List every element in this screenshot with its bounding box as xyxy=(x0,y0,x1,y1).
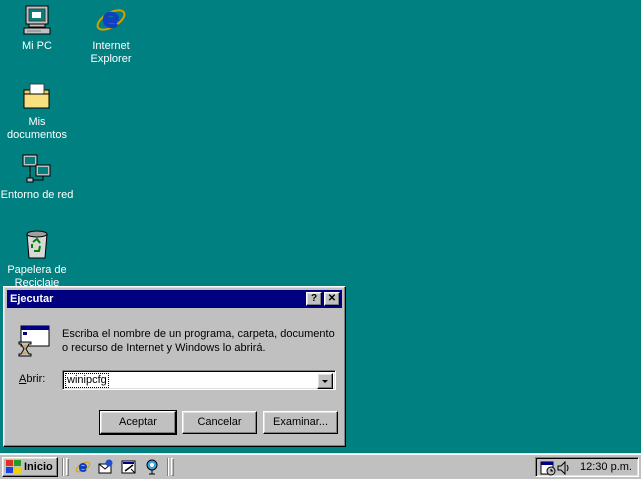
show-desktop-icon[interactable] xyxy=(121,459,137,475)
open-label-text: brir: xyxy=(26,373,46,385)
close-button[interactable]: ✕ xyxy=(324,292,340,306)
volume-icon[interactable] xyxy=(557,460,571,476)
run-program-icon xyxy=(18,325,50,357)
desktop-icon-network[interactable]: Entorno de red xyxy=(0,153,74,202)
taskbar-separator xyxy=(167,458,169,476)
desktop-icon-label: Internet Explorer xyxy=(90,40,132,65)
cancel-button-label: Cancelar xyxy=(197,416,242,428)
scheduler-icon[interactable] xyxy=(540,460,556,476)
run-dialog-titlebar[interactable]: Ejecutar ? ✕ xyxy=(7,290,342,308)
desktop-icon-my-computer[interactable]: Mi PC xyxy=(0,4,74,53)
taskbar-separator xyxy=(62,458,64,476)
quick-launch-grip[interactable] xyxy=(66,458,69,476)
help-button[interactable]: ? xyxy=(306,292,322,306)
system-tray: 12:30 p.m. xyxy=(535,457,639,477)
recycle-bin-icon xyxy=(26,230,48,259)
open-combobox[interactable]: winipcfg xyxy=(62,370,336,390)
desktop-icon-my-documents[interactable]: Mis documentos xyxy=(0,80,74,142)
ok-button-label: Aceptar xyxy=(119,416,157,428)
windows-logo-icon xyxy=(6,460,21,473)
ok-button[interactable]: Aceptar xyxy=(99,410,177,435)
start-button-label: Inicio xyxy=(24,461,53,473)
run-dialog: Ejecutar ? ✕ Escriba el nombre de un pro… xyxy=(3,286,346,447)
open-field-label: Abrir: xyxy=(19,373,45,385)
cancel-button[interactable]: Cancelar xyxy=(182,411,257,434)
clock[interactable]: 12:30 p.m. xyxy=(580,461,632,474)
open-input[interactable]: winipcfg xyxy=(65,373,109,388)
desktop-icon-label: Mi PC xyxy=(22,40,52,52)
outlook-express-icon[interactable] xyxy=(98,459,114,475)
desktop-icon-recycle-bin[interactable]: Papelera de Reciclaje xyxy=(0,228,74,290)
chevron-down-icon[interactable] xyxy=(317,373,333,389)
internet-explorer-icon[interactable] xyxy=(75,459,91,475)
run-dialog-title: Ejecutar xyxy=(10,293,54,305)
desktop-icon-internet-explorer[interactable]: Internet Explorer xyxy=(74,4,148,66)
channels-icon[interactable] xyxy=(144,459,160,475)
run-dialog-description: Escriba el nombre de un programa, carpet… xyxy=(62,328,335,354)
internet-explorer-icon xyxy=(96,9,126,31)
browse-button-label: Examinar... xyxy=(272,416,329,428)
browse-button[interactable]: Examinar... xyxy=(263,411,338,434)
taskbar-grip[interactable] xyxy=(171,458,174,476)
desktop-icon-label: Entorno de red xyxy=(0,189,74,201)
taskbar: Inicio 12:30 p.m. xyxy=(0,453,641,479)
close-icon: ✕ xyxy=(327,293,337,304)
my-computer-icon xyxy=(23,5,51,35)
network-neighborhood-icon xyxy=(22,154,51,183)
desktop-icon-label: Mis documentos xyxy=(7,116,67,141)
my-documents-folder-icon xyxy=(23,83,50,109)
help-icon: ? xyxy=(310,293,318,304)
start-button[interactable]: Inicio xyxy=(2,457,58,477)
